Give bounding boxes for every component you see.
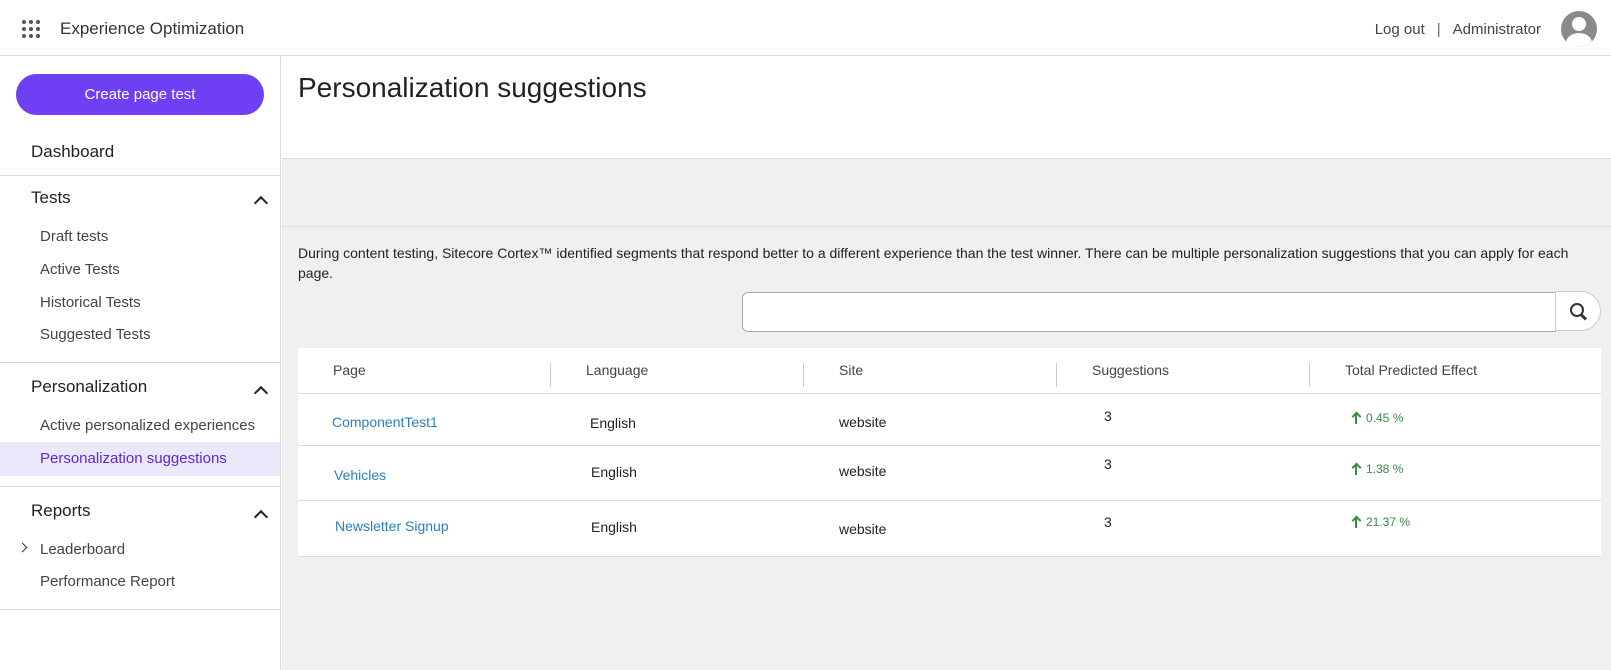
divider [0,609,280,610]
language-cell: English [591,519,637,535]
user-name: Administrator [1452,20,1541,38]
page-link[interactable]: Newsletter Signup [335,518,449,534]
app-launcher-icon[interactable] [22,20,40,38]
divider [0,362,280,363]
main-area: Personalization suggestions During conte… [282,56,1611,670]
sidebar-heading-tests[interactable]: Tests [31,188,71,208]
suggestions-cell: 3 [1104,408,1112,424]
effect-value: 1.38 % [1366,462,1404,476]
page-link[interactable]: Vehicles [334,467,386,483]
language-cell: English [591,464,637,480]
column-header-total-predicted-effect[interactable]: Total Predicted Effect [1345,362,1477,378]
suggestions-cell: 3 [1104,456,1112,472]
effect-cell: 1.38 % [1352,462,1403,476]
sidebar-item-active-tests[interactable]: Active Tests [40,261,120,278]
column-separator [803,363,804,387]
app-title: Experience Optimization [60,19,245,38]
chevron-up-icon[interactable] [254,194,266,206]
sidebar-item-active-personalized-experiences[interactable]: Active personalized experiences [40,417,255,434]
user-area: Log out | Administrator [1375,10,1597,48]
sidebar-item-suggested-tests[interactable]: Suggested Tests [40,326,151,343]
chevron-right-icon[interactable] [19,543,27,551]
sidebar-item-dashboard[interactable]: Dashboard [31,142,114,162]
site-cell: website [839,521,887,537]
sidebar-item-leaderboard[interactable]: Leaderboard [40,541,125,558]
create-page-test-button[interactable]: Create page test [16,74,264,115]
suggestions-cell: 3 [1104,514,1112,530]
sidebar-heading-personalization[interactable]: Personalization [31,377,147,397]
table-row: ComponentTest1 English website 3 0.45 % [298,394,1601,446]
content-panel: During content testing, Sitecore Cortex™… [282,226,1611,670]
logout-link[interactable]: Log out [1375,21,1425,38]
search-icon [1570,303,1588,321]
effect-cell: 21.37 % [1352,515,1410,529]
chevron-up-icon[interactable] [254,384,266,396]
avatar-icon[interactable] [1561,11,1597,47]
column-header-suggestions[interactable]: Suggestions [1092,362,1169,378]
effect-value: 0.45 % [1366,411,1404,425]
column-header-site[interactable]: Site [839,362,863,378]
sidebar-heading-reports[interactable]: Reports [31,501,91,521]
site-cell: website [839,463,887,479]
arrow-up-icon [1352,516,1360,528]
divider [0,175,280,176]
arrow-up-icon [1352,412,1360,424]
site-cell: website [839,414,887,430]
column-separator [1309,363,1310,387]
column-separator [550,363,551,387]
separator: | [1436,20,1441,38]
effect-value: 21.37 % [1366,515,1411,529]
suggestions-table: Page Language Site Suggestions Total Pre… [298,348,1601,557]
search-button[interactable] [1555,291,1601,331]
sidebar: Create page test Dashboard Tests Draft t… [0,56,281,670]
column-header-page[interactable]: Page [333,362,366,378]
language-cell: English [590,415,636,431]
search-input[interactable] [742,292,1556,332]
table-row: Newsletter Signup English website 3 21.3… [298,501,1601,557]
column-separator [1056,363,1057,387]
sidebar-item-historical-tests[interactable]: Historical Tests [40,294,141,311]
sidebar-item-draft-tests[interactable]: Draft tests [40,228,108,245]
divider [0,486,280,487]
column-header-language[interactable]: Language [586,362,648,378]
chevron-up-icon[interactable] [254,508,266,520]
sidebar-item-personalization-suggestions[interactable]: Personalization suggestions [40,450,227,467]
arrow-up-icon [1352,463,1360,475]
page-title: Personalization suggestions [298,72,647,103]
page-link[interactable]: ComponentTest1 [332,414,438,430]
page-description: During content testing, Sitecore Cortex™… [298,245,1569,281]
page-header: Personalization suggestions [282,56,1611,159]
sidebar-item-performance-report[interactable]: Performance Report [40,573,175,590]
table-row: Vehicles English website 3 1.38 % [298,446,1601,501]
table-header: Page Language Site Suggestions Total Pre… [298,348,1601,394]
effect-cell: 0.45 % [1352,411,1403,425]
top-bar: Experience Optimization Log out | Admini… [0,0,1611,56]
